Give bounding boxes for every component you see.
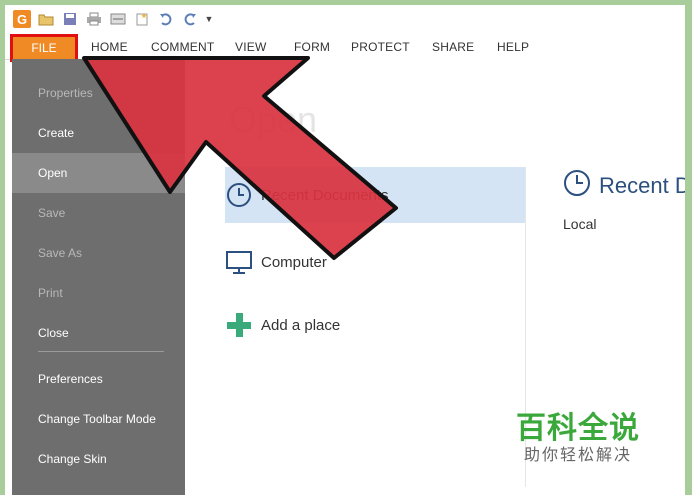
location-label: Add a place (261, 316, 341, 334)
tab-protect[interactable]: PROTECT (351, 40, 410, 54)
menu-item-print[interactable]: Print (12, 273, 185, 313)
clock-icon (563, 169, 591, 203)
ribbon-tabs: FILE HOME COMMENT VIEW FORM PROTECT SHAR… (5, 34, 685, 62)
recent-local-label: Local (563, 216, 597, 232)
menu-item-open[interactable]: Open (12, 153, 185, 193)
menu-item-save[interactable]: Save (12, 193, 185, 233)
tab-file[interactable]: FILE (10, 34, 78, 62)
menu-item-properties[interactable]: Properties (12, 73, 185, 113)
recent-documents-heading: Recent D (563, 169, 685, 203)
location-label: Recent Documents (261, 186, 389, 204)
computer-icon (225, 248, 253, 276)
save-icon[interactable] (61, 10, 79, 28)
app-logo-icon[interactable]: G (13, 10, 31, 28)
tab-help[interactable]: HELP (497, 40, 529, 54)
location-label: Computer (261, 253, 327, 271)
print-icon[interactable] (85, 10, 103, 28)
scan-icon[interactable] (109, 10, 127, 28)
open-folder-icon[interactable] (37, 10, 55, 28)
menu-item-close[interactable]: Close (12, 313, 185, 353)
tab-comment[interactable]: COMMENT (151, 40, 214, 54)
undo-icon[interactable] (157, 10, 175, 28)
new-icon[interactable] (133, 10, 151, 28)
page-title: Open (229, 99, 318, 140)
menu-item-preferences[interactable]: Preferences (12, 359, 185, 399)
file-menu-sidebar: Properties Create Open Save Save As Prin… (12, 59, 185, 495)
menu-item-save-as[interactable]: Save As (12, 233, 185, 273)
menu-item-create[interactable]: Create (12, 113, 185, 153)
location-computer[interactable]: Computer (225, 234, 525, 290)
tab-home[interactable]: HOME (91, 40, 128, 54)
tab-form[interactable]: FORM (294, 40, 330, 54)
tab-view[interactable]: VIEW (235, 40, 266, 54)
watermark-subtitle: 助你轻松解决 (524, 447, 633, 464)
tab-share[interactable]: SHARE (432, 40, 474, 54)
customize-dropdown-icon[interactable]: ▼ (205, 10, 214, 28)
plus-icon (225, 311, 253, 339)
location-recent-documents[interactable]: Recent Documents (225, 167, 525, 223)
menu-item-change-toolbar-mode[interactable]: Change Toolbar Mode (12, 399, 185, 439)
location-add-place[interactable]: Add a place (225, 297, 525, 353)
recent-title: Recent D (599, 173, 685, 198)
clock-icon (225, 181, 253, 209)
redo-icon[interactable] (181, 10, 199, 28)
menu-divider (38, 351, 164, 352)
menu-item-change-skin[interactable]: Change Skin (12, 439, 185, 479)
quick-access-toolbar: G ▼ (5, 5, 685, 33)
